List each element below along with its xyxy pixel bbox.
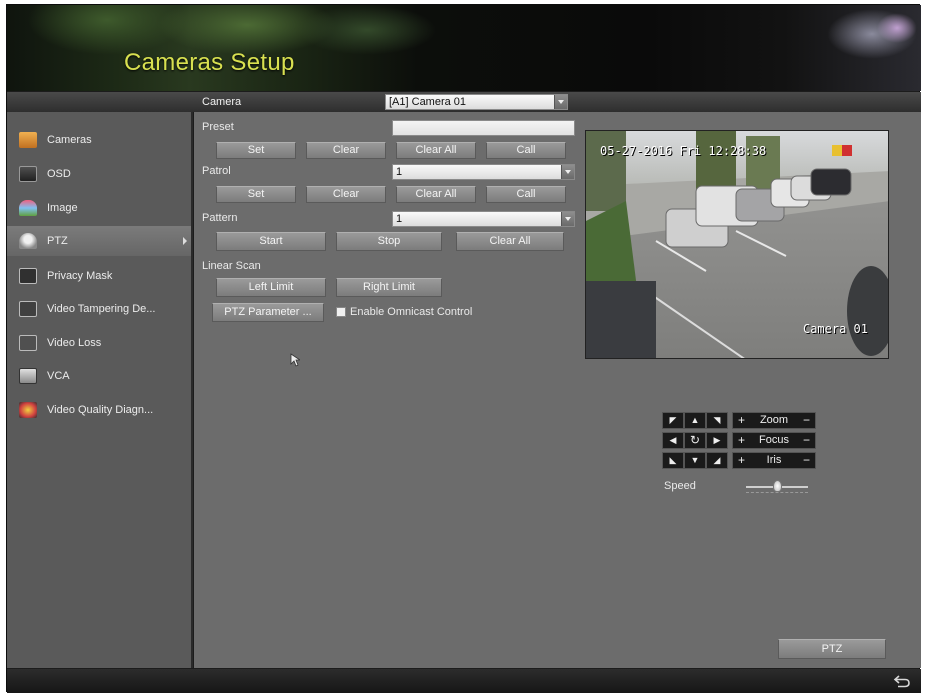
osd-timestamp: 05-27-2016 Fri 12:28:38 xyxy=(600,144,767,158)
patrol-label: Patrol xyxy=(202,165,231,177)
preset-clear-all-button[interactable]: Clear All xyxy=(396,142,476,159)
sidebar-item-cameras[interactable]: Cameras xyxy=(7,125,191,155)
pan-down-left-button[interactable]: ◣ xyxy=(662,452,684,469)
camera-selector-bar: Camera [A1] Camera 01 xyxy=(7,92,921,112)
omnicast-checkbox[interactable] xyxy=(336,307,346,317)
chevron-down-icon[interactable] xyxy=(561,165,574,179)
page-title: Cameras Setup xyxy=(124,49,295,76)
patrol-set-button[interactable]: Set xyxy=(216,186,296,203)
privacy-mask-icon xyxy=(19,268,37,284)
sidebar-item-label: Video Loss xyxy=(47,337,102,349)
sidebar-item-label: Video Tampering De... xyxy=(47,303,156,315)
sidebar-item-ptz[interactable]: PTZ xyxy=(7,226,191,256)
cameras-icon xyxy=(19,132,37,148)
patrol-clear-button[interactable]: Clear xyxy=(306,186,386,203)
preset-set-button[interactable]: Set xyxy=(216,142,296,159)
sidebar: Cameras OSD Image PTZ Privacy Mask Video… xyxy=(7,112,193,668)
preset-call-button[interactable]: Call xyxy=(486,142,566,159)
speed-slider-handle[interactable] xyxy=(773,480,782,492)
chevron-right-icon xyxy=(183,237,187,245)
sidebar-item-label: OSD xyxy=(47,168,71,180)
iris-close-button[interactable]: − xyxy=(803,453,810,468)
camera-label: Camera xyxy=(202,96,242,108)
video-loss-icon xyxy=(19,335,37,351)
speed-slider-ticks xyxy=(746,492,808,493)
pan-up-right-button[interactable]: ◥ xyxy=(706,412,728,429)
image-icon xyxy=(19,200,37,216)
chevron-down-icon[interactable] xyxy=(561,212,574,226)
iris-control[interactable]: + Iris − xyxy=(732,452,816,469)
preset-clear-button[interactable]: Clear xyxy=(306,142,386,159)
sidebar-item-vca[interactable]: VCA xyxy=(7,361,191,391)
patrol-select-value: 1 xyxy=(396,166,403,178)
sidebar-item-image[interactable]: Image xyxy=(7,193,191,223)
ptz-button[interactable]: PTZ xyxy=(778,639,886,659)
sidebar-item-label: Video Quality Diagn... xyxy=(47,404,154,416)
pattern-select[interactable]: 1 xyxy=(392,211,575,227)
camera-select-value: [A1] Camera 01 xyxy=(389,96,467,108)
sidebar-item-label: Privacy Mask xyxy=(47,270,113,282)
pan-left-button[interactable]: ◀ xyxy=(662,432,684,449)
focus-control[interactable]: + Focus − xyxy=(732,432,816,449)
ptz-settings-panel: Preset Set Clear Clear All Call Patrol 1… xyxy=(194,112,921,668)
camera-select[interactable]: [A1] Camera 01 xyxy=(385,94,568,110)
osd-camera-name: Camera 01 xyxy=(802,322,868,336)
auto-scan-icon[interactable]: ↻ xyxy=(684,432,706,449)
pan-up-button[interactable]: ▲ xyxy=(684,412,706,429)
patrol-clear-all-button[interactable]: Clear All xyxy=(396,186,476,203)
speed-label: Speed xyxy=(664,480,696,492)
ptz-icon xyxy=(19,233,37,249)
osd-icon xyxy=(19,166,37,182)
video-tampering-icon xyxy=(19,301,37,317)
pattern-start-button[interactable]: Start xyxy=(216,232,326,251)
left-limit-button[interactable]: Left Limit xyxy=(216,278,326,297)
focus-far-button[interactable]: − xyxy=(803,433,810,448)
sidebar-item-label: Cameras xyxy=(47,134,92,146)
camera-live-preview: 05-27-2016 Fri 12:28:38 Camera 01 xyxy=(585,130,889,359)
zoom-control[interactable]: + Zoom − xyxy=(732,412,816,429)
vca-icon xyxy=(19,368,37,384)
sidebar-item-osd[interactable]: OSD xyxy=(7,159,191,189)
back-return-icon[interactable] xyxy=(893,673,911,689)
pan-right-button[interactable]: ▶ xyxy=(706,432,728,449)
ptz-parameter-button[interactable]: PTZ Parameter ... xyxy=(212,303,324,322)
video-quality-icon xyxy=(19,402,37,418)
sidebar-item-video-quality[interactable]: Video Quality Diagn... xyxy=(7,395,191,425)
sidebar-item-video-loss[interactable]: Video Loss xyxy=(7,328,191,358)
sidebar-item-label: PTZ xyxy=(47,235,68,247)
sidebar-item-label: VCA xyxy=(47,370,70,382)
pattern-clear-all-button[interactable]: Clear All xyxy=(456,232,564,251)
patrol-select[interactable]: 1 xyxy=(392,164,575,180)
pan-up-left-button[interactable]: ◤ xyxy=(662,412,684,429)
dvr-window: Cameras Setup Camera [A1] Camera 01 Came… xyxy=(6,4,921,693)
bottom-bar xyxy=(7,669,921,693)
alarm-flag-icon xyxy=(832,145,852,156)
pan-down-right-button[interactable]: ◢ xyxy=(706,452,728,469)
omnicast-label: Enable Omnicast Control xyxy=(350,306,473,318)
preset-input[interactable] xyxy=(392,120,575,136)
patrol-call-button[interactable]: Call xyxy=(486,186,566,203)
pattern-stop-button[interactable]: Stop xyxy=(336,232,442,251)
mouse-cursor-icon xyxy=(290,353,300,367)
pan-down-button[interactable]: ▼ xyxy=(684,452,706,469)
chevron-down-icon[interactable] xyxy=(554,95,567,109)
sidebar-item-video-tampering[interactable]: Video Tampering De... xyxy=(7,294,191,324)
pattern-select-value: 1 xyxy=(396,213,403,225)
pattern-label: Pattern xyxy=(202,212,238,224)
right-limit-button[interactable]: Right Limit xyxy=(336,278,442,297)
preset-label: Preset xyxy=(202,121,234,133)
linear-scan-label: Linear Scan xyxy=(202,260,261,272)
sidebar-item-privacy-mask[interactable]: Privacy Mask xyxy=(7,261,191,291)
header-banner: Cameras Setup xyxy=(7,5,921,91)
zoom-out-button[interactable]: − xyxy=(803,413,810,428)
sidebar-item-label: Image xyxy=(47,202,78,214)
